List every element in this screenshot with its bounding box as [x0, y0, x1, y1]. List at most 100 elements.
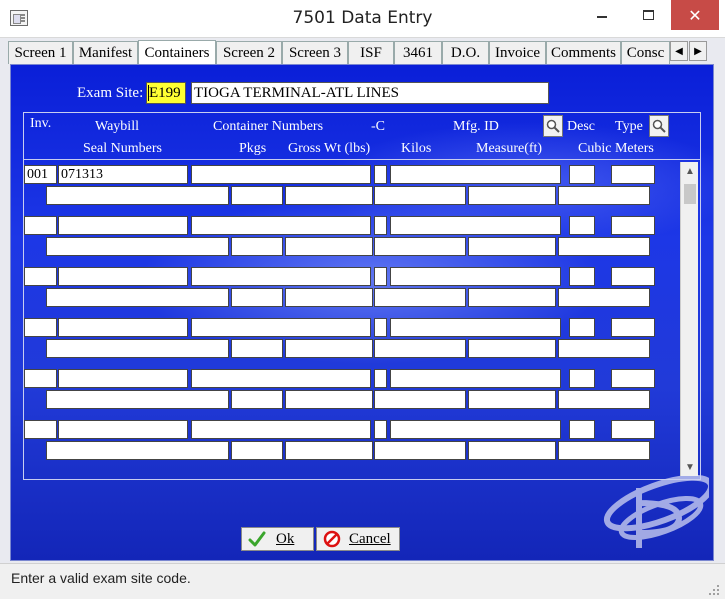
inv-field[interactable]: [24, 369, 57, 388]
tab-containers[interactable]: Containers: [138, 40, 216, 64]
container-number-field[interactable]: [191, 165, 371, 184]
cubic-meters-field[interactable]: [558, 441, 650, 460]
inv-field[interactable]: [24, 267, 57, 286]
type-field[interactable]: [611, 165, 655, 184]
check-digit-field[interactable]: [374, 420, 387, 439]
mfg-id-field[interactable]: [390, 369, 561, 388]
measure-field[interactable]: [468, 441, 556, 460]
type-field[interactable]: [611, 318, 655, 337]
cubic-meters-field[interactable]: [558, 186, 650, 205]
measure-field[interactable]: [468, 237, 556, 256]
mfg-id-field[interactable]: [390, 216, 561, 235]
tab-screen-1[interactable]: Screen 1: [8, 41, 73, 64]
container-number-field[interactable]: [191, 267, 371, 286]
scroll-up-icon[interactable]: ▲: [681, 162, 699, 180]
waybill-field[interactable]: [58, 216, 188, 235]
pkgs-field[interactable]: [231, 288, 283, 307]
gross-wt-field[interactable]: [285, 237, 373, 256]
seal-numbers-field[interactable]: [46, 441, 229, 460]
measure-field[interactable]: [468, 186, 556, 205]
tab-consc[interactable]: Consc: [621, 41, 670, 64]
kilos-field[interactable]: [374, 237, 466, 256]
resize-grip-icon[interactable]: [708, 584, 720, 596]
type-field[interactable]: [611, 216, 655, 235]
waybill-field[interactable]: [58, 267, 188, 286]
tab-scroll-left-button[interactable]: ◀: [670, 41, 688, 61]
tab-scroll-right-button[interactable]: ▶: [689, 41, 707, 61]
mfg-id-field[interactable]: [390, 165, 561, 184]
check-digit-field[interactable]: [374, 165, 387, 184]
cubic-meters-field[interactable]: [558, 339, 650, 358]
cubic-meters-field[interactable]: [558, 288, 650, 307]
gross-wt-field[interactable]: [285, 186, 373, 205]
pkgs-field[interactable]: [231, 339, 283, 358]
tab-comments[interactable]: Comments: [546, 41, 621, 64]
tab-screen-3[interactable]: Screen 3: [282, 41, 348, 64]
type-field[interactable]: [611, 369, 655, 388]
kilos-field[interactable]: [374, 186, 466, 205]
measure-field[interactable]: [468, 288, 556, 307]
check-digit-field[interactable]: [374, 369, 387, 388]
seal-numbers-field[interactable]: [46, 390, 229, 409]
check-digit-field[interactable]: [374, 318, 387, 337]
kilos-field[interactable]: [374, 390, 466, 409]
seal-numbers-field[interactable]: [46, 288, 229, 307]
measure-field[interactable]: [468, 339, 556, 358]
minimize-button[interactable]: [579, 0, 625, 30]
mfg-id-field[interactable]: [390, 420, 561, 439]
pkgs-field[interactable]: [231, 390, 283, 409]
desc-field[interactable]: [569, 267, 595, 286]
grid-vertical-scrollbar[interactable]: ▲ ▼: [680, 162, 698, 476]
maximize-button[interactable]: [625, 0, 671, 30]
desc-field[interactable]: [569, 318, 595, 337]
tab-screen-2[interactable]: Screen 2: [216, 41, 282, 64]
container-number-field[interactable]: [191, 420, 371, 439]
tab-invoice[interactable]: Invoice: [489, 41, 546, 64]
kilos-field[interactable]: [374, 288, 466, 307]
kilos-field[interactable]: [374, 339, 466, 358]
close-button[interactable]: ✕: [671, 0, 719, 30]
type-field[interactable]: [611, 267, 655, 286]
measure-field[interactable]: [468, 390, 556, 409]
type-field[interactable]: [611, 420, 655, 439]
desc-field[interactable]: [569, 369, 595, 388]
mfg-id-search-button[interactable]: [543, 115, 563, 137]
pkgs-field[interactable]: [231, 441, 283, 460]
mfg-id-field[interactable]: [390, 318, 561, 337]
seal-numbers-field[interactable]: [46, 339, 229, 358]
gross-wt-field[interactable]: [285, 441, 373, 460]
tab-isf[interactable]: ISF: [348, 41, 394, 64]
inv-field[interactable]: [24, 216, 57, 235]
tab-3461[interactable]: 3461: [394, 41, 442, 64]
pkgs-field[interactable]: [231, 237, 283, 256]
ok-button[interactable]: Ok: [241, 527, 314, 551]
inv-field[interactable]: 001: [24, 165, 57, 184]
waybill-field[interactable]: 071313: [58, 165, 188, 184]
inv-field[interactable]: [24, 420, 57, 439]
waybill-field[interactable]: [58, 318, 188, 337]
tab-d-o[interactable]: D.O.: [442, 41, 489, 64]
type-search-button[interactable]: [649, 115, 669, 137]
exam-site-code-input[interactable]: E199: [146, 82, 186, 104]
gross-wt-field[interactable]: [285, 339, 373, 358]
waybill-field[interactable]: [58, 369, 188, 388]
desc-field[interactable]: [569, 420, 595, 439]
seal-numbers-field[interactable]: [46, 237, 229, 256]
scrollbar-thumb[interactable]: [684, 184, 696, 204]
scroll-down-icon[interactable]: ▼: [681, 458, 699, 476]
cubic-meters-field[interactable]: [558, 237, 650, 256]
check-digit-field[interactable]: [374, 216, 387, 235]
container-number-field[interactable]: [191, 369, 371, 388]
desc-field[interactable]: [569, 216, 595, 235]
gross-wt-field[interactable]: [285, 288, 373, 307]
container-number-field[interactable]: [191, 318, 371, 337]
kilos-field[interactable]: [374, 441, 466, 460]
cubic-meters-field[interactable]: [558, 390, 650, 409]
container-number-field[interactable]: [191, 216, 371, 235]
waybill-field[interactable]: [58, 420, 188, 439]
seal-numbers-field[interactable]: [46, 186, 229, 205]
cancel-button[interactable]: Cancel: [316, 527, 400, 551]
pkgs-field[interactable]: [231, 186, 283, 205]
desc-field[interactable]: [569, 165, 595, 184]
check-digit-field[interactable]: [374, 267, 387, 286]
